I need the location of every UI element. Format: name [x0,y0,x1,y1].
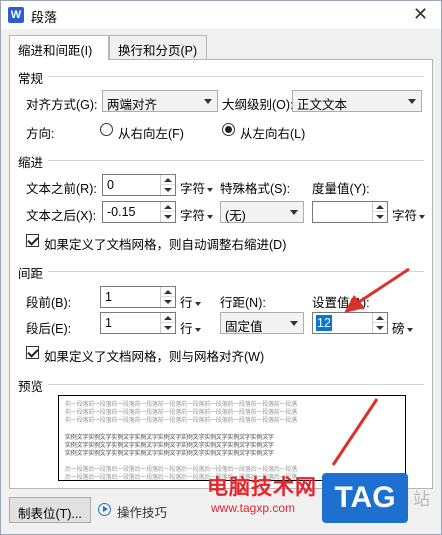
watermark-text: 电脑技术网 [207,476,317,499]
paragraph-dialog: W 段落 ✕ 缩进和间距(I) 换行和分页(P) 常规 对齐方式(G): 两端对… [0,0,442,535]
arrow-line [331,398,379,466]
watermark-tag-logo: TAG [322,473,408,523]
arrow-head [344,295,365,313]
watermark-url: www.tagxp.com [211,501,296,515]
annotation-arrows [331,267,410,466]
arrow-line [355,267,410,306]
tab-indent-spacing[interactable]: 缩进和间距(I) [9,35,109,60]
watermark-site: 站 [413,490,430,509]
